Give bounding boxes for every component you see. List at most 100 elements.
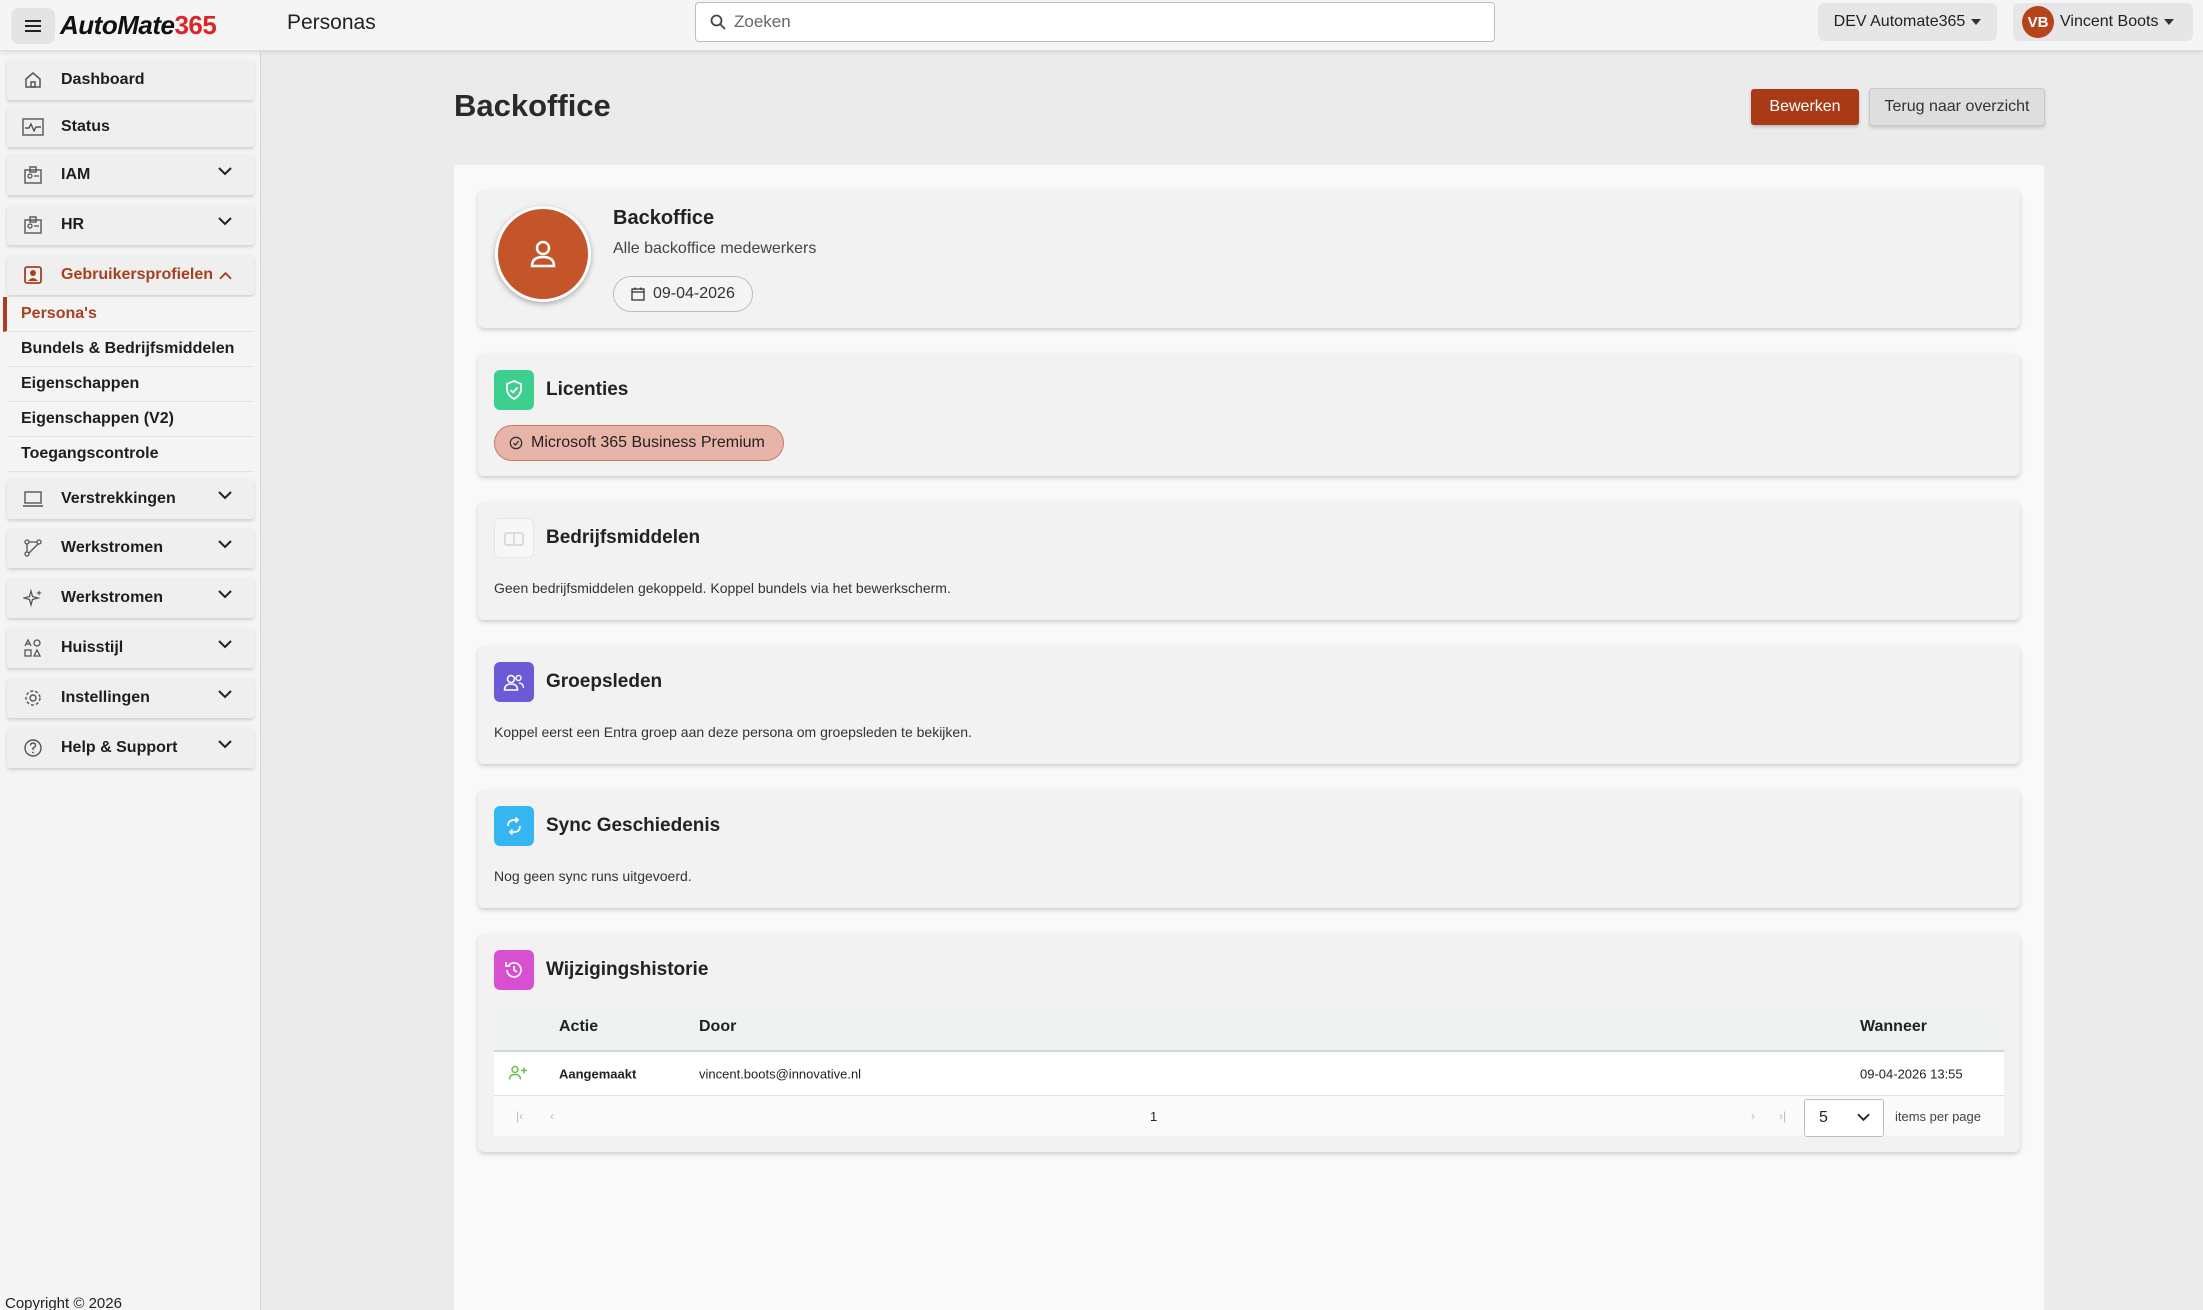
page-size-select[interactable]: 5 xyxy=(1804,1099,1884,1137)
sidebar-item-label: IAM xyxy=(61,166,91,183)
home-icon xyxy=(22,69,44,91)
sidebar-item-help-support[interactable]: Help & Support xyxy=(7,728,254,768)
history-title: Wijzigingshistorie xyxy=(546,959,709,980)
workflow-icon xyxy=(22,537,44,559)
sync-history-card: Sync Geschiedenis Nog geen sync runs uit… xyxy=(478,790,2020,908)
user-menu[interactable]: VB Vincent Boots xyxy=(2013,3,2193,41)
sidebar-item-label: Instellingen xyxy=(61,689,150,706)
history-icon xyxy=(494,950,534,990)
chevron-up-icon xyxy=(219,271,232,279)
sparkle-icon xyxy=(22,587,44,609)
help-icon xyxy=(22,737,44,759)
members-card: Groepsleden Koppel eerst een Entra groep… xyxy=(478,646,2020,764)
shield-check-icon xyxy=(494,370,534,410)
sidebar-item-status[interactable]: Status xyxy=(7,107,254,147)
search-box[interactable] xyxy=(695,2,1495,42)
license-chip[interactable]: Microsoft 365 Business Premium xyxy=(494,425,784,461)
row-when: 09-04-2026 13:55 xyxy=(1860,1066,1963,1081)
page-title: Backoffice xyxy=(454,88,611,123)
chevron-down-icon xyxy=(218,590,232,599)
chevron-down-icon xyxy=(218,217,232,226)
id-card-icon xyxy=(22,214,44,236)
menu-toggle-button[interactable] xyxy=(11,8,55,44)
assets-card: Bedrijfsmiddelen Geen bedrijfsmiddelen g… xyxy=(478,502,2020,620)
table-header-row: Actie Door Wanneer xyxy=(494,1004,2004,1052)
users-icon xyxy=(494,662,534,702)
caret-down-icon xyxy=(1971,19,1982,25)
sidebar-subitem-bundels[interactable]: Bundels & Bedrijfsmiddelen xyxy=(7,332,254,367)
edit-button[interactable]: Bewerken xyxy=(1751,89,1859,125)
environment-dropdown[interactable]: DEV Automate365 xyxy=(1818,3,1997,41)
created-date-chip: 09-04-2026 xyxy=(613,276,753,312)
license-name: Microsoft 365 Business Premium xyxy=(531,434,765,451)
sidebar-item-gebruikersprofielen[interactable]: Gebruikersprofielen xyxy=(7,255,254,295)
column-header-action[interactable]: Actie xyxy=(559,1018,598,1036)
chevron-down-icon xyxy=(1857,1113,1870,1122)
members-empty-text: Koppel eerst een Entra groep aan deze pe… xyxy=(494,724,972,740)
user-name: Vincent Boots xyxy=(2060,13,2159,30)
sidebar-item-label: Help & Support xyxy=(61,739,178,756)
copyright-text: Copyright © 2026 xyxy=(5,1295,122,1310)
sidebar-item-label: Werkstromen xyxy=(61,539,163,556)
first-page-icon[interactable]: |‹ xyxy=(516,1109,523,1123)
sidebar-item-hr[interactable]: HR xyxy=(7,205,254,245)
members-title: Groepsleden xyxy=(546,671,663,692)
column-header-when[interactable]: Wanneer xyxy=(1860,1018,1927,1036)
persona-avatar xyxy=(495,206,591,302)
sidebar-item-label: Werkstromen xyxy=(61,589,163,606)
items-per-page-label: items per page xyxy=(1895,1109,1981,1124)
licenses-title: Licenties xyxy=(546,379,629,400)
previous-page-icon[interactable]: ‹ xyxy=(550,1109,554,1123)
top-bar: AutoMate365 Personas DEV Automate365 VB … xyxy=(0,0,2203,51)
caret-down-icon xyxy=(2164,19,2175,25)
calendar-icon xyxy=(631,287,645,301)
gear-icon xyxy=(22,687,44,709)
table-pager: |‹ ‹ 1 › ›| 5 items per page xyxy=(494,1096,2004,1137)
header-page-title: Personas xyxy=(287,11,376,34)
persona-name: Backoffice xyxy=(613,207,715,229)
user-add-icon xyxy=(508,1064,528,1083)
chevron-down-icon xyxy=(218,167,232,176)
sidebar-item-label: Gebruikersprofielen xyxy=(61,266,214,283)
sync-card-header: Sync Geschiedenis xyxy=(494,806,720,846)
laptop-icon xyxy=(22,488,44,510)
members-card-header: Groepsleden xyxy=(494,662,662,702)
sync-icon xyxy=(494,806,534,846)
briefcase-icon xyxy=(494,518,534,558)
chevron-down-icon xyxy=(218,740,232,749)
sidebar-item-iam[interactable]: IAM xyxy=(7,155,254,195)
sidebar-item-label: Verstrekkingen xyxy=(61,490,176,507)
id-card-icon xyxy=(22,164,44,186)
back-to-overview-button[interactable]: Terug naar overzicht xyxy=(1869,88,2045,126)
licenses-card: Licenties Microsoft 365 Business Premium xyxy=(478,354,2020,476)
sidebar-subitem-toegangscontrole[interactable]: Toegangscontrole xyxy=(7,437,254,472)
sidebar-item-label: Dashboard xyxy=(61,71,145,88)
check-circle-icon xyxy=(509,436,523,450)
row-action: Aangemaakt xyxy=(559,1066,637,1081)
avatar: VB xyxy=(2022,6,2054,38)
app-logo[interactable]: AutoMate365 xyxy=(60,10,217,41)
last-page-icon[interactable]: ›| xyxy=(1779,1109,1786,1123)
sidebar-subitem-eigenschappen[interactable]: Eigenschappen xyxy=(7,367,254,402)
current-page[interactable]: 1 xyxy=(1150,1109,1157,1124)
sidebar-item-verstrekkingen[interactable]: Verstrekkingen xyxy=(7,479,254,519)
chevron-down-icon xyxy=(218,491,232,500)
table-row[interactable]: Aangemaakt vincent.boots@innovative.nl 0… xyxy=(494,1052,2004,1096)
sidebar-item-label: Status xyxy=(61,118,110,135)
next-page-icon[interactable]: › xyxy=(1751,1109,1755,1123)
sidebar-item-dashboard[interactable]: Dashboard xyxy=(7,60,254,100)
sync-title: Sync Geschiedenis xyxy=(546,815,721,836)
search-input[interactable] xyxy=(734,12,1454,32)
column-header-by[interactable]: Door xyxy=(699,1018,736,1036)
licenses-card-header: Licenties xyxy=(494,370,628,410)
history-table: Actie Door Wanneer Aangemaakt vincent.bo… xyxy=(494,1004,2004,1137)
sidebar-subitem-eigenschappen-v2[interactable]: Eigenschappen (V2) xyxy=(7,402,254,437)
sidebar-item-huisstijl[interactable]: Huisstijl xyxy=(7,628,254,668)
chevron-down-icon xyxy=(218,690,232,699)
sidebar-subitem-personas[interactable]: Persona's xyxy=(3,297,254,332)
sidebar-item-instellingen[interactable]: Instellingen xyxy=(7,678,254,718)
sidebar-item-werkstromen[interactable]: Werkstromen xyxy=(7,528,254,568)
sidebar-item-label: HR xyxy=(61,216,85,233)
sidebar-item-werkstromen-ai[interactable]: Werkstromen xyxy=(7,578,254,618)
hamburger-icon xyxy=(25,20,41,32)
